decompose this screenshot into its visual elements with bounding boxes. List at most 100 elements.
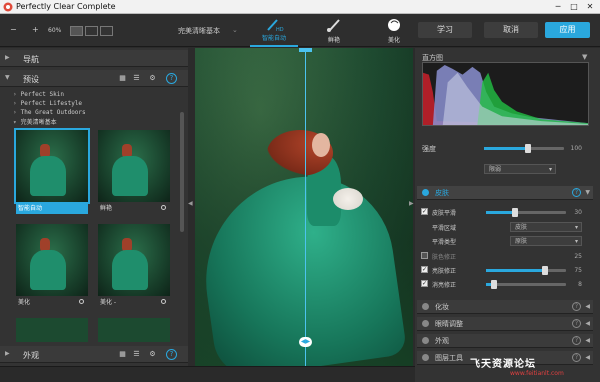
tool-smart-auto[interactable]: HD 智能自动 [250, 15, 298, 47]
row-label: 消亮修正 [432, 282, 457, 289]
power-icon[interactable] [422, 337, 429, 344]
row-label: 平滑区域 [432, 225, 457, 232]
grid-view-icon[interactable]: ▦ [117, 73, 128, 84]
help-icon[interactable]: ? [572, 188, 581, 197]
tool-label: 美化 [387, 37, 400, 44]
help-icon[interactable]: ? [572, 336, 581, 345]
strength-slider[interactable] [484, 144, 564, 153]
apply-button[interactable]: 应用 [545, 22, 590, 38]
expand-arrow-icon[interactable]: ◀ [585, 320, 590, 327]
section-label: 皮肤 [435, 189, 449, 197]
single-view-button[interactable] [70, 26, 83, 36]
eye-section-header[interactable]: 眼睛调整 ? ◀ [417, 317, 593, 331]
help-icon[interactable]: ? [166, 349, 177, 360]
power-icon[interactable] [422, 303, 429, 310]
learn-button[interactable]: 学习 [418, 22, 472, 38]
grid-view-icon[interactable]: ▦ [117, 349, 128, 360]
close-button[interactable]: ✕ [582, 1, 598, 12]
row-label: 皮肤平滑 [432, 210, 457, 217]
collapse-arrow-icon[interactable]: ▼ [585, 189, 590, 196]
presets-scrollbar[interactable] [180, 112, 184, 232]
favorite-icon[interactable] [161, 205, 166, 210]
makeup-section-header[interactable]: 化妆 ? ◀ [417, 300, 593, 314]
power-icon[interactable] [422, 354, 429, 361]
preset-item[interactable]: › Perfect Lifestyle [13, 100, 82, 107]
slider-fill [484, 147, 528, 150]
list-view-icon[interactable]: ☰ [131, 73, 142, 84]
split-view-button[interactable] [85, 26, 98, 36]
cancel-button[interactable]: 取消 [484, 22, 538, 38]
preset-name-display[interactable]: 完美清晰基本 [178, 26, 220, 36]
help-icon[interactable]: ? [166, 73, 177, 84]
list-view-icon[interactable]: ☰ [131, 349, 142, 360]
preset-thumbnail[interactable]: 鲜艳 [98, 130, 170, 216]
maximize-button[interactable]: □ [566, 1, 582, 12]
thumbnail-image [98, 130, 170, 202]
thumbnail-image [14, 128, 90, 204]
gear-icon[interactable]: ⚙ [147, 73, 158, 84]
slider-fill [486, 211, 514, 214]
appearance-section-header[interactable]: ▶ 外观 ▦ ☰ ⚙ ? [0, 346, 188, 363]
help-icon[interactable]: ? [572, 319, 581, 328]
row-label: 平滑类型 [432, 239, 457, 246]
presets-section-header[interactable]: ▼ 预设 ▦ ☰ ⚙ ? [0, 70, 188, 87]
title-bar: Perfectly Clear Complete ─ □ ✕ [0, 0, 600, 14]
skin-section-header[interactable]: 皮肤 ? ▼ [417, 186, 593, 200]
preset-item[interactable]: ▾ 完美清晰基本 [13, 117, 57, 126]
split-drag-handle[interactable]: ◀▶ [299, 337, 312, 347]
favorite-icon[interactable] [161, 299, 166, 304]
slider-knob[interactable] [542, 266, 548, 275]
help-icon[interactable]: ? [572, 302, 581, 311]
skin-smoothing-checkbox[interactable]: ✓ [421, 208, 428, 215]
zoom-in-button[interactable]: + [32, 25, 39, 34]
mode-dropdown[interactable]: 限弱 [484, 164, 556, 174]
preset-thumbnail[interactable]: 美化 - [98, 224, 170, 310]
zoom-level: 60% [48, 27, 62, 34]
preset-item[interactable]: › Perfect Skin [13, 91, 64, 98]
collapse-arrow-icon[interactable]: ▼ [582, 53, 587, 61]
chevron-down-icon[interactable]: ⌄ [232, 26, 238, 34]
expand-arrow-icon[interactable]: ◀ [585, 354, 590, 361]
smooth-area-dropdown[interactable]: 皮肤 [510, 222, 582, 232]
slider-knob[interactable] [525, 144, 531, 153]
skin-brighten-checkbox[interactable]: ✓ [421, 266, 428, 273]
expand-arrow-icon[interactable]: ◀ [585, 303, 590, 310]
shine-removal-checkbox[interactable]: ✓ [421, 280, 428, 287]
gear-icon[interactable]: ⚙ [147, 349, 158, 360]
appearance-right-section-header[interactable]: 外观 ? ◀ [417, 334, 593, 348]
side-by-side-button[interactable] [100, 26, 113, 36]
help-icon[interactable]: ? [572, 353, 581, 362]
thumbnail-image[interactable] [16, 318, 88, 342]
collapse-right-icon[interactable]: ▶ [409, 200, 414, 207]
preset-thumbnail[interactable]: 美化 [16, 224, 88, 310]
row-value: 25 [574, 253, 582, 260]
thumbnail-label: 美化 - [100, 299, 117, 306]
navigator-section-header[interactable]: ▶ 导航 [0, 50, 188, 67]
before-after-divider[interactable] [305, 48, 306, 366]
smooth-type-dropdown[interactable]: 原肤 [510, 236, 582, 246]
slider-knob[interactable] [512, 208, 518, 217]
watermark-text: 飞天资源论坛 [470, 359, 536, 370]
preset-item[interactable]: › The Great Outdoors [13, 109, 86, 116]
thumbnail-image [16, 224, 88, 296]
tool-beautify[interactable]: 美化 [370, 15, 418, 47]
strength-value: 100 [570, 145, 582, 152]
preset-thumbnail[interactable]: 智能自动 [14, 128, 90, 216]
favorite-icon[interactable] [79, 299, 84, 304]
skin-tone-checkbox[interactable]: ✓ [421, 252, 428, 259]
skin-smoothing-slider[interactable] [486, 208, 566, 217]
shine-removal-slider[interactable] [486, 280, 566, 289]
thumbnail-image[interactable] [98, 318, 170, 342]
zoom-out-button[interactable]: − [10, 25, 17, 34]
photo-canvas[interactable] [195, 48, 413, 366]
power-icon[interactable] [422, 320, 429, 327]
watermark-url: www.feitianlt.com [510, 370, 564, 377]
minimize-button[interactable]: ─ [550, 1, 566, 12]
power-icon[interactable] [422, 189, 429, 196]
tool-vivid[interactable]: 鲜艳 [310, 15, 358, 47]
collapse-arrow-icon: ▼ [5, 74, 10, 81]
skin-brighten-slider[interactable] [486, 266, 566, 275]
collapse-left-icon[interactable]: ◀ [188, 200, 193, 207]
slider-knob[interactable] [491, 280, 497, 289]
expand-arrow-icon[interactable]: ◀ [585, 337, 590, 344]
